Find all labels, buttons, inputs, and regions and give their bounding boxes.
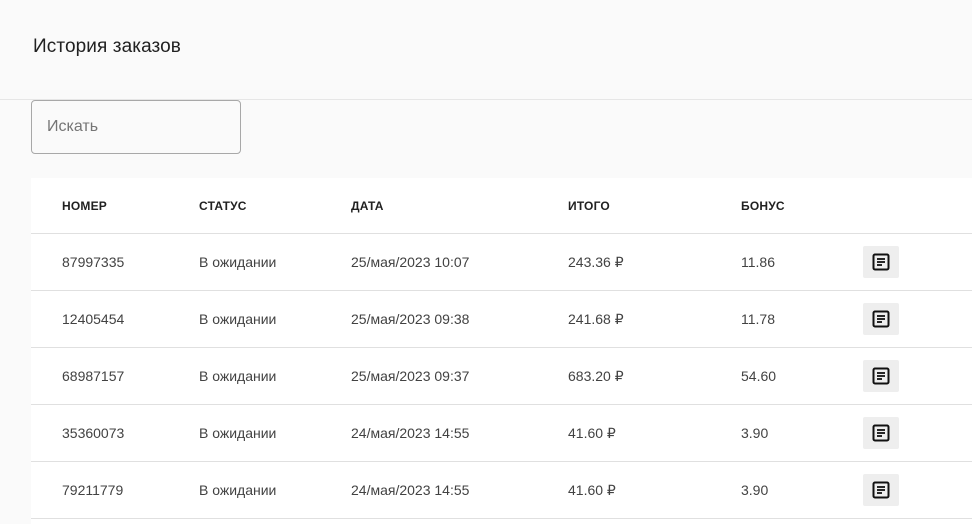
order-total: 683.20 ₽ bbox=[568, 368, 624, 384]
order-total: 41.60 ₽ bbox=[568, 482, 616, 498]
search-field[interactable] bbox=[31, 100, 241, 154]
order-date: 25/мая/2023 09:37 bbox=[351, 368, 470, 384]
order-bonus: 11.86 bbox=[741, 254, 775, 270]
receipt-icon bbox=[872, 310, 890, 328]
search-input[interactable] bbox=[32, 101, 240, 153]
table-row: 68987157 В ожидании 25/мая/2023 09:37 68… bbox=[31, 348, 972, 405]
order-number: 79211779 bbox=[62, 482, 124, 498]
order-number: 12405454 bbox=[62, 311, 125, 327]
table-row: 35360073 В ожидании 24/мая/2023 14:55 41… bbox=[31, 405, 972, 462]
order-number: 35360073 bbox=[62, 425, 125, 441]
order-number: 68987157 bbox=[62, 368, 125, 384]
order-date: 25/мая/2023 10:07 bbox=[351, 254, 470, 270]
order-status: В ожидании bbox=[199, 254, 277, 270]
order-status: В ожидании bbox=[199, 368, 277, 384]
receipt-icon bbox=[872, 481, 890, 499]
order-bonus: 11.78 bbox=[741, 311, 775, 327]
table-row: 87997335 В ожидании 25/мая/2023 10:07 24… bbox=[31, 234, 972, 291]
table-row: 79211779 В ожидании 24/мая/2023 14:55 41… bbox=[31, 462, 972, 519]
orders-table: НОМЕР СТАТУС ДАТА ИТОГО БОНУС 87997335 В… bbox=[31, 178, 972, 524]
order-bonus: 54.60 bbox=[741, 368, 777, 384]
table-header: НОМЕР СТАТУС ДАТА ИТОГО БОНУС bbox=[31, 178, 972, 234]
order-details-button[interactable] bbox=[863, 474, 899, 506]
header-total: ИТОГО bbox=[568, 199, 610, 213]
receipt-icon bbox=[872, 253, 890, 271]
header-date: ДАТА bbox=[351, 199, 384, 213]
order-details-button[interactable] bbox=[863, 246, 899, 278]
order-date: 25/мая/2023 09:38 bbox=[351, 311, 470, 327]
order-total: 41.60 ₽ bbox=[568, 425, 616, 441]
order-details-button[interactable] bbox=[863, 303, 899, 335]
order-status: В ожидании bbox=[199, 425, 277, 441]
order-status: В ожидании bbox=[199, 311, 277, 327]
order-total: 241.68 ₽ bbox=[568, 311, 624, 327]
receipt-icon bbox=[872, 367, 890, 385]
order-details-button[interactable] bbox=[863, 360, 899, 392]
order-number: 87997335 bbox=[62, 254, 125, 270]
order-date: 24/мая/2023 14:55 bbox=[351, 425, 470, 441]
order-total: 243.36 ₽ bbox=[568, 254, 624, 270]
header-bonus: БОНУС bbox=[741, 199, 785, 213]
receipt-icon bbox=[872, 424, 890, 442]
order-status: В ожидании bbox=[199, 482, 277, 498]
order-bonus: 3.90 bbox=[741, 425, 769, 441]
order-bonus: 3.90 bbox=[741, 482, 769, 498]
header-status: СТАТУС bbox=[199, 199, 247, 213]
header-number: НОМЕР bbox=[62, 199, 108, 213]
table-row: 12405454 В ожидании 25/мая/2023 09:38 24… bbox=[31, 291, 972, 348]
page-title: История заказов bbox=[33, 36, 181, 57]
order-date: 24/мая/2023 14:55 bbox=[351, 482, 470, 498]
order-details-button[interactable] bbox=[863, 417, 899, 449]
